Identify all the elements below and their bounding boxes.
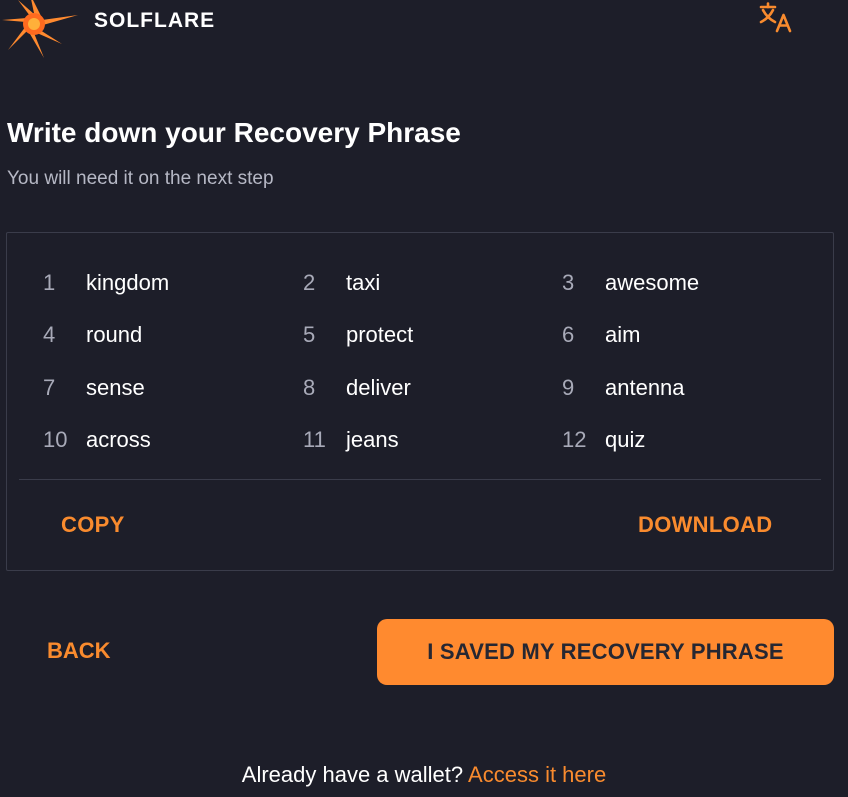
recovery-word-number: 6 bbox=[562, 322, 575, 347]
recovery-phrase-page: SOLFLARE Write down your Recovery Phrase… bbox=[0, 0, 848, 797]
recovery-word-number: 4 bbox=[43, 322, 56, 347]
download-button[interactable]: DOWNLOAD bbox=[638, 512, 772, 538]
translate-icon[interactable] bbox=[758, 2, 794, 34]
recovery-word-number: 2 bbox=[303, 270, 316, 295]
solflare-logo bbox=[0, 0, 90, 60]
recovery-word-item: 5 protect bbox=[303, 320, 523, 350]
recovery-word-item: 12 quiz bbox=[562, 425, 782, 455]
recovery-word-text: antenna bbox=[605, 375, 685, 400]
recovery-word-number: 3 bbox=[562, 270, 575, 295]
recovery-word-number: 7 bbox=[43, 375, 56, 400]
divider bbox=[19, 479, 821, 480]
recovery-word-item: 7 sense bbox=[43, 373, 263, 403]
recovery-word-item: 1 kingdom bbox=[43, 268, 263, 298]
recovery-word-item: 10 across bbox=[43, 425, 263, 455]
brand-name: SOLFLARE bbox=[94, 9, 216, 32]
recovery-word-number: 8 bbox=[303, 375, 316, 400]
recovery-word-number: 5 bbox=[303, 322, 316, 347]
recovery-word-item: 9 antenna bbox=[562, 373, 782, 403]
sun-logo-icon bbox=[2, 0, 78, 58]
saved-recovery-phrase-button[interactable]: I SAVED MY RECOVERY PHRASE bbox=[377, 619, 834, 685]
recovery-word-text: across bbox=[86, 427, 151, 452]
recovery-word-text: sense bbox=[86, 375, 145, 400]
footer-prompt: Already have a wallet? bbox=[241, 762, 464, 787]
recovery-word-text: round bbox=[86, 322, 143, 347]
recovery-word-text: deliver bbox=[346, 375, 411, 400]
recovery-word-number: 1 bbox=[43, 270, 56, 295]
recovery-word-item: 6 aim bbox=[562, 320, 782, 350]
recovery-word-number: 11 bbox=[303, 427, 326, 452]
recovery-word-item: 3 awesome bbox=[562, 268, 782, 298]
recovery-word-text: awesome bbox=[605, 270, 700, 295]
recovery-word-item: 8 deliver bbox=[303, 373, 523, 403]
access-wallet-link[interactable]: Access it here bbox=[468, 762, 606, 787]
page-subtitle: You will need it on the next step bbox=[7, 168, 274, 189]
recovery-word-number: 9 bbox=[562, 375, 575, 400]
recovery-word-number: 12 bbox=[562, 427, 587, 452]
recovery-word-text: taxi bbox=[346, 270, 381, 295]
back-button[interactable]: BACK bbox=[47, 638, 111, 664]
copy-button[interactable]: COPY bbox=[61, 512, 125, 538]
recovery-word-text: aim bbox=[605, 322, 641, 347]
recovery-phrase-box: 1 kingdom 2 taxi 3 awesome 4 round 5 protect 6 aim 7… bbox=[6, 232, 834, 571]
recovery-word-item: 11 jeans bbox=[303, 425, 523, 455]
recovery-word-text: kingdom bbox=[86, 270, 170, 295]
recovery-word-text: protect bbox=[346, 322, 414, 347]
footer: Already have a wallet? Access it here bbox=[0, 762, 848, 788]
page-title: Write down your Recovery Phrase bbox=[7, 117, 461, 148]
recovery-word-text: jeans bbox=[346, 427, 399, 452]
recovery-word-item: 2 taxi bbox=[303, 268, 523, 298]
recovery-word-item: 4 round bbox=[43, 320, 263, 350]
recovery-word-text: quiz bbox=[605, 427, 646, 452]
recovery-word-number: 10 bbox=[43, 427, 68, 452]
